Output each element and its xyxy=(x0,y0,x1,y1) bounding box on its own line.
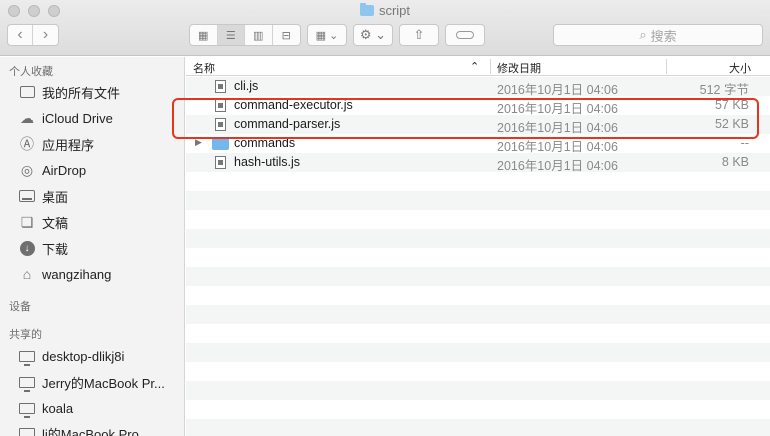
column-divider[interactable] xyxy=(490,59,491,74)
sidebar-item-shared-desktop-dlikj8i[interactable]: desktop-dlikj8i xyxy=(18,346,124,366)
highlight-annotation-box xyxy=(172,98,759,139)
folder-icon xyxy=(212,138,229,150)
sidebar-item-home[interactable]: ⌂ wangzihang xyxy=(18,264,112,284)
js-file-icon xyxy=(215,80,226,93)
back-forward-control: ‹ › xyxy=(7,24,59,46)
sidebar-item-label: AirDrop xyxy=(42,162,87,178)
file-name: cli.js xyxy=(234,79,259,93)
downloads-icon: ↓ xyxy=(18,240,36,256)
empty-row xyxy=(186,343,770,362)
empty-row xyxy=(186,305,770,324)
empty-row xyxy=(186,286,770,305)
window-title-label: script xyxy=(378,3,411,18)
column-view-icon[interactable]: ▥ xyxy=(245,25,273,45)
empty-row xyxy=(186,362,770,381)
empty-row xyxy=(186,229,770,248)
table-row[interactable]: cli.js 2016年10月1日 04:06 512 字节 xyxy=(186,77,770,97)
sidebar-section-favorites: 个人收藏 xyxy=(9,66,53,78)
icon-view-icon[interactable]: ▦ xyxy=(190,25,218,45)
sidebar-item-label: desktop-dlikj8i xyxy=(42,348,125,364)
all-files-icon xyxy=(18,84,36,100)
chevron-right-icon[interactable]: › xyxy=(33,25,58,45)
computer-icon xyxy=(18,348,36,366)
home-icon: ⌂ xyxy=(22,266,32,282)
sidebar-item-label: 下载 xyxy=(42,241,69,257)
empty-row xyxy=(186,172,770,191)
sidebar: 个人收藏 我的所有文件 ☁ iCloud Drive Ⓐ 应用程序 ◎ AirD… xyxy=(0,57,185,436)
sidebar-item-downloads[interactable]: ↓ 下载 xyxy=(18,238,68,258)
search-field[interactable]: ⌕ 搜索 xyxy=(553,24,763,46)
folder-icon xyxy=(359,3,374,16)
sidebar-section-shared: 共享的 xyxy=(9,329,42,341)
window-title: script xyxy=(0,3,770,18)
search-placeholder: 搜索 xyxy=(650,28,677,44)
empty-row xyxy=(186,381,770,400)
sidebar-item-label: 桌面 xyxy=(42,189,69,205)
sidebar-item-label: 我的所有文件 xyxy=(42,85,121,101)
list-view-icon[interactable]: ☰ xyxy=(217,25,245,45)
sidebar-item-label: wangzihang xyxy=(42,266,112,282)
sidebar-item-label: li的MacBook Pro xyxy=(42,426,139,436)
tags-button[interactable] xyxy=(445,24,485,46)
chevron-left-icon[interactable]: ‹ xyxy=(8,25,34,45)
sidebar-section-devices: 设备 xyxy=(9,301,31,313)
computer-icon xyxy=(18,400,36,418)
cloud-icon: ☁ xyxy=(20,109,34,126)
sidebar-item-label: Jerry的MacBook Pr... xyxy=(42,375,165,391)
file-name: hash-utils.js xyxy=(234,155,300,169)
sidebar-item-label: iCloud Drive xyxy=(42,110,113,126)
sidebar-item-label: 文稿 xyxy=(42,215,69,231)
sort-ascending-icon[interactable]: ⌃ xyxy=(470,60,479,73)
empty-row xyxy=(186,400,770,419)
sidebar-item-shared-jerry-macbook[interactable]: Jerry的MacBook Pr... xyxy=(18,372,165,392)
empty-row xyxy=(186,248,770,267)
search-icon: ⌕ xyxy=(639,27,647,42)
column-divider[interactable] xyxy=(666,59,667,74)
js-file-icon xyxy=(215,156,226,169)
column-header-size[interactable]: 大小 xyxy=(729,60,751,76)
desktop-icon xyxy=(18,188,36,204)
file-size: 8 KB xyxy=(721,155,749,169)
view-mode-control: ▦ ☰ ▥ ⊟ xyxy=(189,24,301,46)
computer-icon xyxy=(18,374,36,392)
empty-row xyxy=(186,419,770,436)
column-header-name[interactable]: 名称 xyxy=(193,60,215,76)
cover-flow-icon[interactable]: ⊟ xyxy=(273,25,300,45)
share-button[interactable]: ⇧ xyxy=(399,24,439,46)
empty-row xyxy=(186,191,770,210)
column-header-modified[interactable]: 修改日期 xyxy=(497,60,541,76)
group-by-button[interactable]: ▦ ⌄ xyxy=(307,24,347,46)
documents-icon: ❏ xyxy=(20,213,34,230)
applications-icon: Ⓐ xyxy=(20,136,34,152)
window-toolbar: script ‹ › ▦ ☰ ▥ ⊟ ▦ ⌄ ⚙ ⌄ ⇧ ⌕ 搜索 xyxy=(0,0,770,56)
empty-row xyxy=(186,324,770,343)
action-button[interactable]: ⚙ ⌄ xyxy=(353,24,393,46)
sidebar-item-icloud-drive[interactable]: ☁ iCloud Drive xyxy=(18,108,113,128)
sidebar-item-documents[interactable]: ❏ 文稿 xyxy=(18,212,68,232)
sidebar-item-applications[interactable]: Ⓐ 应用程序 xyxy=(18,134,94,154)
list-header: 名称 ⌃ 修改日期 大小 xyxy=(186,57,770,76)
gear-icon: ⚙ ⌄ xyxy=(359,27,387,42)
share-icon: ⇧ xyxy=(413,27,425,42)
group-grid-icon: ▦ ⌄ xyxy=(315,29,339,42)
airdrop-icon: ◎ xyxy=(20,161,34,178)
sidebar-item-label: koala xyxy=(42,400,74,416)
empty-row xyxy=(186,210,770,229)
empty-row xyxy=(186,267,770,286)
sidebar-item-shared-koala[interactable]: koala xyxy=(18,398,73,418)
sidebar-item-label: 应用程序 xyxy=(42,137,95,153)
sidebar-item-airdrop[interactable]: ◎ AirDrop xyxy=(18,160,86,180)
computer-icon xyxy=(18,425,36,436)
sidebar-item-all-files[interactable]: 我的所有文件 xyxy=(18,82,120,102)
sidebar-item-desktop[interactable]: 桌面 xyxy=(18,186,68,206)
table-row[interactable]: hash-utils.js 2016年10月1日 04:06 8 KB xyxy=(186,153,770,173)
tag-icon xyxy=(456,31,474,39)
sidebar-item-shared-li-macbook[interactable]: li的MacBook Pro xyxy=(18,423,139,436)
